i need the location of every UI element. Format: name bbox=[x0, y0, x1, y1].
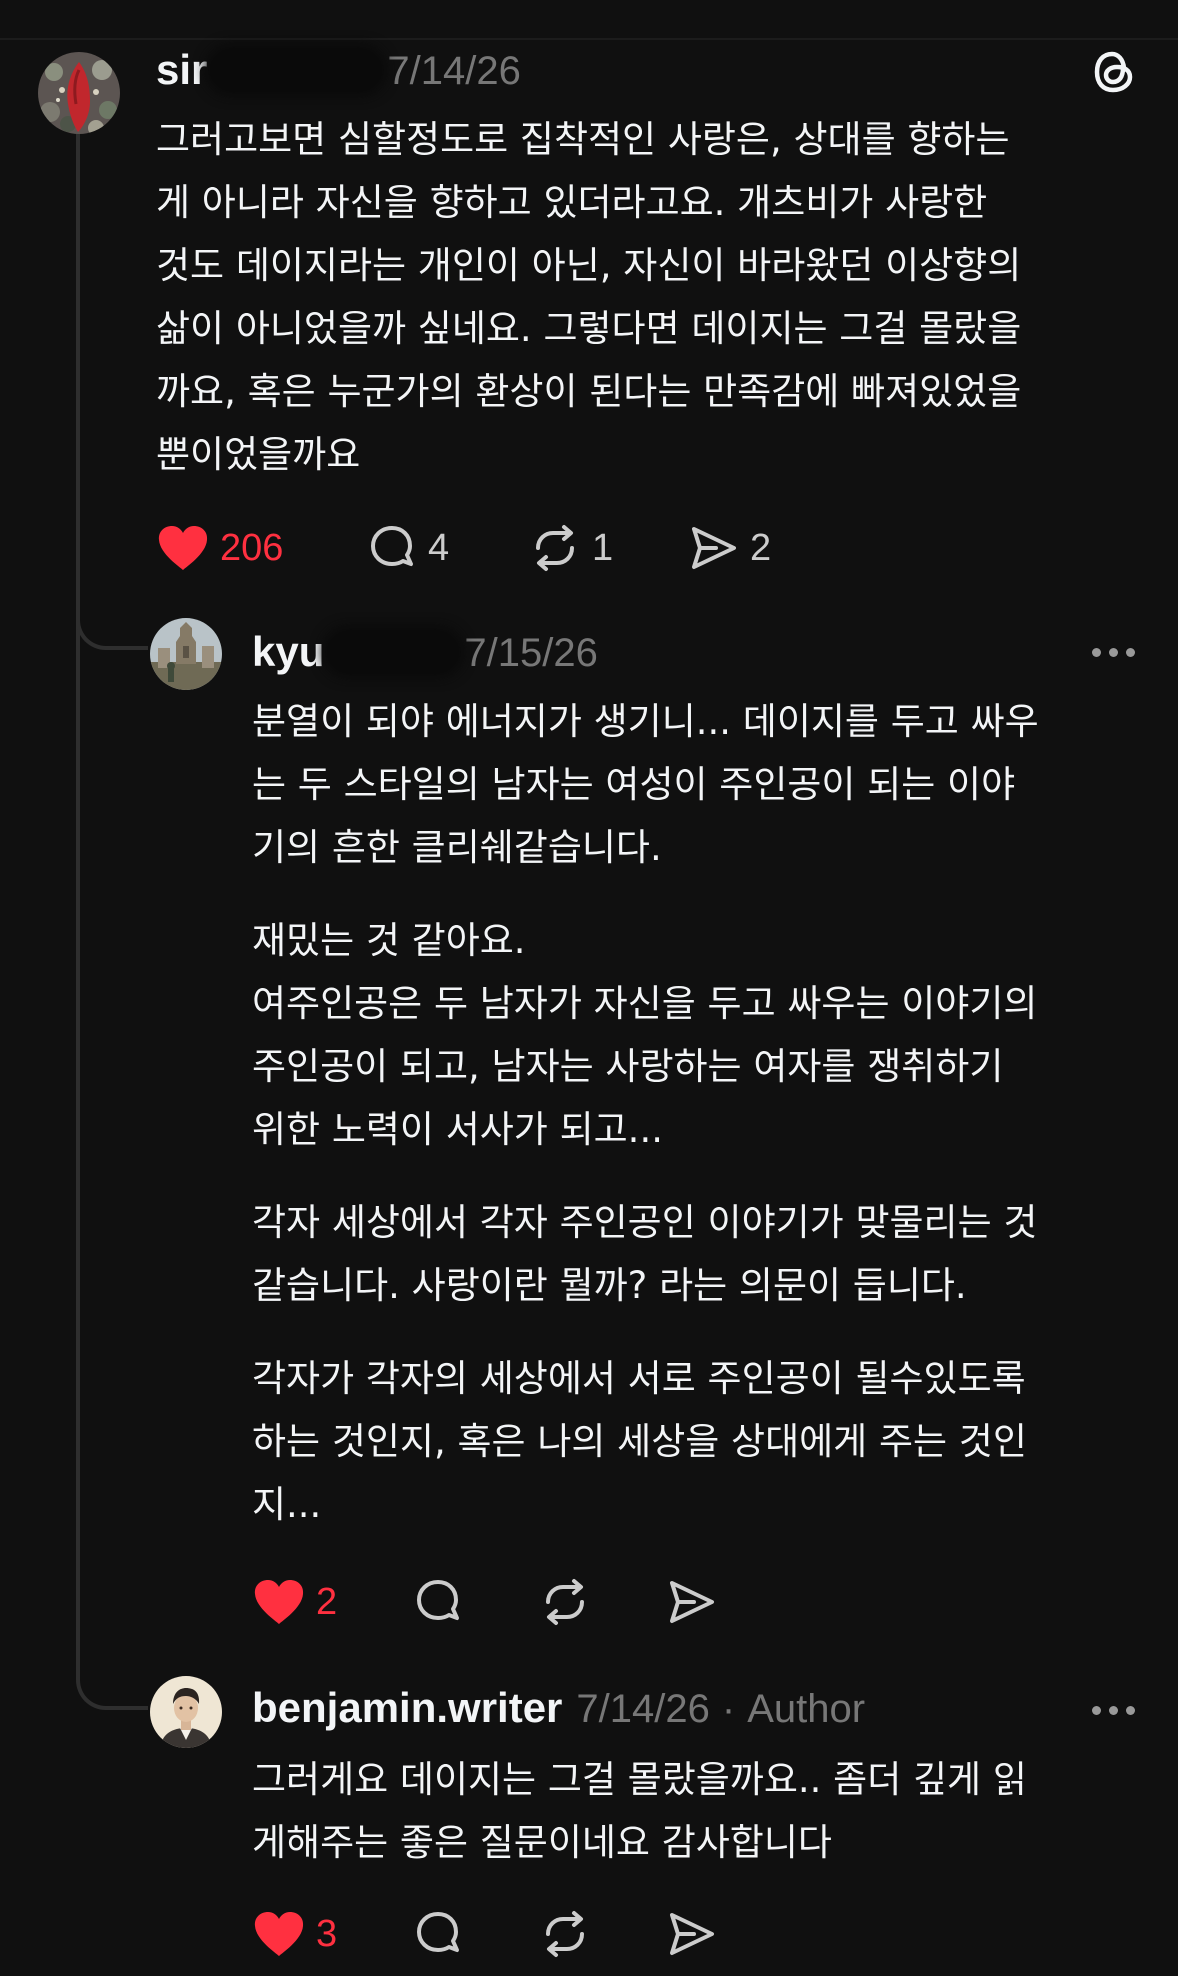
author-badge: Author bbox=[747, 1687, 866, 1731]
post-text-line: 그러고보면 심할정도로 집착적인 사랑은, 상대를 향하는 bbox=[156, 118, 1010, 161]
post-actions: 2 bbox=[252, 1572, 752, 1632]
post-text-line: 위한 노력이 서사가 되고... bbox=[252, 1108, 663, 1151]
post-body: 그러고보면 심할정도로 집착적인 사랑은, 상대를 향하는 게 아니라 자신을 … bbox=[156, 108, 1021, 486]
post-body: 분열이 되야 에너지가 생기니... 데이지를 두고 싸우 는 두 스타일의 남… bbox=[252, 690, 1039, 1536]
post-text-line: 기의 흔한 클리쉐같습니다. bbox=[252, 826, 662, 869]
repost-button[interactable]: 1 bbox=[528, 518, 613, 578]
share-count: 2 bbox=[750, 526, 772, 569]
share-button[interactable] bbox=[664, 1572, 718, 1632]
share-button[interactable]: 2 bbox=[686, 518, 771, 578]
timestamp[interactable]: 7/15/26 bbox=[464, 631, 597, 676]
post-text-line: 재밌는 것 같아요. bbox=[252, 919, 526, 962]
comment-icon bbox=[417, 1912, 459, 1952]
post-text-line: 뿐이었을까요 bbox=[156, 433, 361, 476]
send-icon bbox=[670, 1581, 714, 1623]
heart-icon bbox=[158, 526, 208, 570]
reply-button[interactable] bbox=[412, 1572, 464, 1632]
post-header: benjamin.writer 7/14/26 · Author bbox=[252, 1684, 865, 1732]
post-text-line: 각자 세상에서 각자 주인공인 이야기가 맞물리는 것 bbox=[252, 1201, 1038, 1244]
post-text-line: 분열이 되야 에너지가 생기니... 데이지를 두고 싸우 bbox=[252, 700, 1039, 743]
post-text-line: 지... bbox=[252, 1483, 322, 1526]
more-options-icon[interactable] bbox=[1092, 648, 1135, 657]
post-text-line: 각자가 각자의 세상에서 서로 주인공이 될수있도록 bbox=[252, 1357, 1026, 1400]
reply-connector bbox=[76, 560, 148, 650]
like-count: 2 bbox=[316, 1580, 338, 1623]
avatar[interactable] bbox=[150, 618, 222, 690]
post-actions: 3 bbox=[252, 1904, 752, 1964]
redaction bbox=[211, 50, 382, 90]
like-button[interactable]: 3 bbox=[252, 1904, 337, 1964]
reply-button[interactable]: 4 bbox=[366, 518, 449, 578]
threads-logo-icon[interactable] bbox=[1088, 46, 1140, 102]
post-text-line: 여주인공은 두 남자가 자신을 두고 싸우는 이야기의 bbox=[252, 982, 1038, 1025]
post-text-line: 삶이 아니었을까 싶네요. 그렇다면 데이지는 그걸 몰랐을 bbox=[156, 307, 1022, 350]
avatar[interactable] bbox=[38, 52, 120, 134]
reply-count: 4 bbox=[428, 526, 450, 569]
top-divider bbox=[0, 38, 1178, 40]
like-button[interactable]: 2 bbox=[252, 1572, 337, 1632]
post-text-line: 것도 데이지라는 개인이 아닌, 자신이 바라왔던 이상향의 bbox=[156, 244, 1022, 287]
post-text-line: 주인공이 되고, 남자는 사랑하는 여자를 쟁취하기 bbox=[252, 1045, 1004, 1088]
avatar[interactable] bbox=[150, 1676, 222, 1748]
reply-connector bbox=[76, 1620, 148, 1710]
timestamp[interactable]: 7/14/26 bbox=[387, 49, 520, 94]
post-text-line: 게해주는 좋은 질문이네요 감사합니다 bbox=[252, 1821, 832, 1864]
timestamp[interactable]: 7/14/26 bbox=[576, 1687, 709, 1732]
like-count: 3 bbox=[316, 1912, 338, 1955]
comment-icon bbox=[417, 1580, 459, 1620]
username[interactable]: sir bbox=[156, 46, 207, 94]
send-icon bbox=[670, 1913, 714, 1955]
username[interactable]: kyu bbox=[252, 628, 324, 676]
post-text-line: 게 아니라 자신을 향하고 있더라고요. 개츠비가 사랑한 bbox=[156, 181, 988, 224]
comment-icon bbox=[371, 526, 413, 566]
like-button[interactable]: 206 bbox=[156, 518, 283, 578]
heart-icon bbox=[254, 1912, 304, 1956]
post-text-line: 하는 것인지, 혹은 나의 세상을 상대에게 주는 것인 bbox=[252, 1420, 1027, 1463]
repost-button[interactable] bbox=[538, 1572, 592, 1632]
heart-icon bbox=[254, 1580, 304, 1624]
thread-line bbox=[76, 130, 80, 1650]
more-options-icon[interactable] bbox=[1092, 1706, 1135, 1715]
like-count: 206 bbox=[220, 526, 284, 569]
username[interactable]: benjamin.writer bbox=[252, 1684, 562, 1732]
post-header: sir 7/14/26 bbox=[156, 44, 521, 94]
redaction bbox=[328, 632, 459, 672]
post-text-line: 같습니다. 사랑이란 뭘까? 라는 의문이 듭니다. bbox=[252, 1264, 967, 1307]
reply-button[interactable] bbox=[412, 1904, 464, 1964]
post-body: 그러게요 데이지는 그걸 몰랐을까요.. 좀더 깊게 읽 게해주는 좋은 질문이… bbox=[252, 1748, 1027, 1874]
post-text-line: 그러게요 데이지는 그걸 몰랐을까요.. 좀더 깊게 읽 bbox=[252, 1758, 1027, 1801]
post-text-line: 까요, 혹은 누군가의 환상이 된다는 만족감에 빠져있었을 bbox=[156, 370, 1022, 413]
repost-button[interactable] bbox=[538, 1904, 592, 1964]
share-button[interactable] bbox=[664, 1904, 718, 1964]
repost-count: 1 bbox=[592, 526, 614, 569]
repost-icon bbox=[546, 1911, 584, 1957]
post-actions: 206 4 1 2 bbox=[156, 518, 856, 578]
post-header: kyu 7/15/26 bbox=[252, 626, 598, 676]
send-icon bbox=[692, 527, 736, 569]
post-text-line: 는 두 스타일의 남자는 여성이 주인공이 되는 이야 bbox=[252, 763, 1016, 806]
repost-icon bbox=[536, 525, 574, 571]
repost-icon bbox=[546, 1579, 584, 1625]
separator: · bbox=[721, 1687, 736, 1731]
